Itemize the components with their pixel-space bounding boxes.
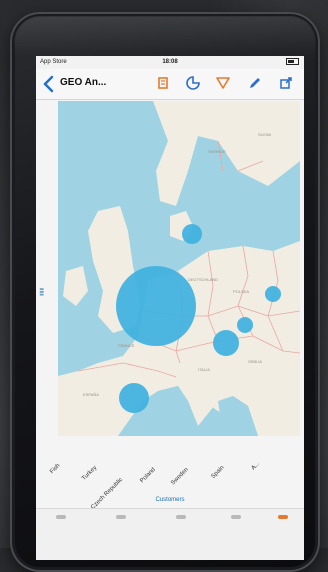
filter-icon[interactable] [216, 76, 230, 90]
phone-screen: App Store 18:08 GEO An... ▮▮▮ SVERIGE SU… [36, 56, 304, 560]
x-label: Turkey [81, 464, 99, 482]
x-label: A... [250, 460, 262, 472]
tab-item[interactable] [176, 515, 186, 519]
share-icon[interactable] [279, 76, 293, 90]
svg-text:ESPAÑA: ESPAÑA [83, 392, 99, 397]
status-bar: App Store 18:08 [36, 56, 304, 69]
x-label: Czech Republic [90, 476, 125, 511]
tab-item-active[interactable] [278, 515, 288, 519]
page-title: GEO An... [60, 77, 107, 88]
pencil-icon[interactable] [248, 76, 262, 90]
geo-map[interactable]: SVERIGE SUOMI DEUTSCHLAND POLSKA FRANCE … [58, 101, 300, 436]
svg-text:SUOMI: SUOMI [258, 132, 271, 137]
svg-text:SRBIJA: SRBIJA [248, 359, 262, 364]
battery-icon [286, 56, 299, 69]
phone-frame: App Store 18:08 GEO An... ▮▮▮ SVERIGE SU… [10, 12, 320, 572]
status-time: 18:08 [162, 59, 178, 65]
bubble-austria[interactable] [213, 330, 239, 356]
svg-text:FRANCE: FRANCE [118, 343, 135, 348]
back-icon[interactable] [42, 75, 56, 93]
side-axis-tab: ▮▮▮ [39, 287, 45, 296]
flag-icon[interactable] [156, 76, 170, 90]
tab-item[interactable] [116, 515, 126, 519]
bubble-czech-republic[interactable] [237, 317, 253, 333]
bubble-united-kingdom[interactable] [116, 266, 196, 346]
svg-text:SVERIGE: SVERIGE [208, 149, 226, 154]
map-svg: SVERIGE SUOMI DEUTSCHLAND POLSKA FRANCE … [58, 101, 300, 436]
svg-text:DEUTSCHLAND: DEUTSCHLAND [188, 277, 218, 282]
tab-item[interactable] [56, 515, 66, 519]
x-axis-title: Customers [155, 497, 185, 503]
bubble-poland[interactable] [265, 286, 281, 302]
x-label: Fish [49, 462, 62, 476]
bubble-denmark[interactable] [182, 224, 202, 244]
x-label: Spain [210, 464, 226, 480]
x-label: Sweden [170, 466, 190, 487]
svg-text:POLSKA: POLSKA [233, 289, 249, 294]
tab-item[interactable] [231, 515, 241, 519]
x-label: Poland [139, 466, 157, 485]
svg-text:ITALIA: ITALIA [198, 367, 210, 372]
bubble-spain[interactable] [119, 383, 149, 413]
bottom-tab-bar [36, 508, 304, 560]
nav-bar: GEO An... [36, 69, 304, 100]
tag-icon[interactable] [186, 76, 200, 90]
